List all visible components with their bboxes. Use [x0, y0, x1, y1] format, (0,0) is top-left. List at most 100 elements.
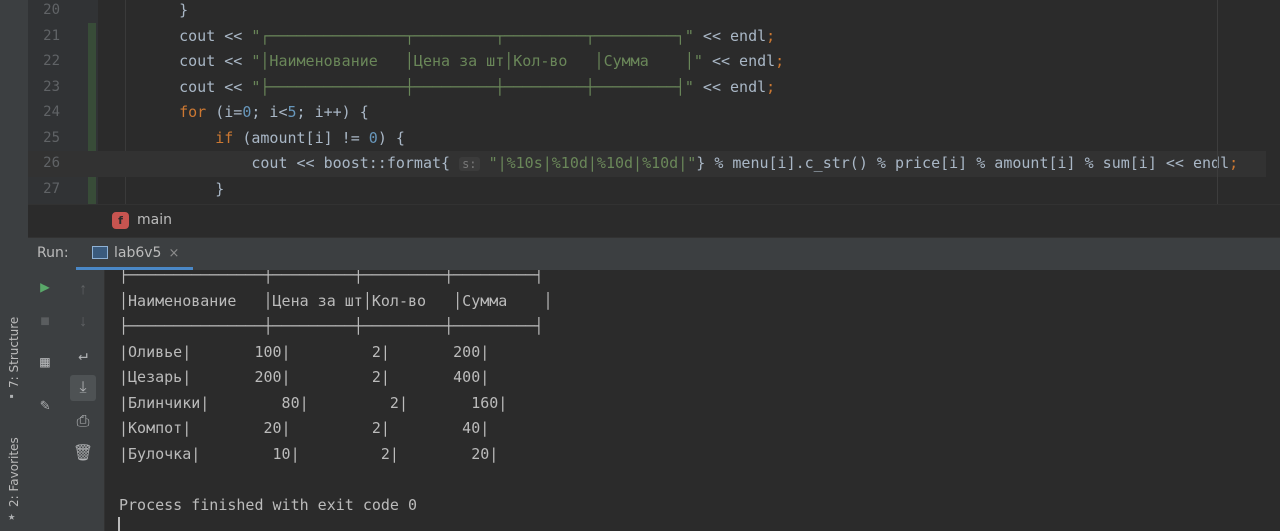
code-token: ; i<: [251, 103, 288, 121]
code-line[interactable]: 23 cout << "├───────────────┼─────────┼─…: [28, 75, 1280, 101]
layout-icon: ▦: [40, 354, 50, 372]
code-token: << endl: [693, 26, 767, 45]
run-title: Run:: [37, 245, 69, 261]
code-token: cout <<: [143, 52, 252, 70]
code-token: }: [143, 1, 189, 19]
code-line[interactable]: 27 }: [28, 177, 1280, 203]
favorites-tab-label: 2: Favorites: [7, 437, 21, 507]
code-token: "┌───────────────┬─────────┬─────────┬──…: [251, 26, 694, 45]
line-number: 26: [43, 155, 60, 171]
code-token: cout << boost::format{: [143, 154, 460, 172]
text-caret: [118, 517, 120, 531]
next-occurrence-button[interactable]: ↓: [70, 309, 96, 335]
code-text: cout << boost::format{ s: "|%10s|%10d|%1…: [143, 151, 1238, 178]
run-toolbar-secondary: ↑ ↓ ↵ ⤓ ⎙ 🗑: [62, 270, 105, 531]
stop-icon: ■: [40, 313, 50, 331]
breadcrumb-function-name[interactable]: main: [137, 212, 172, 228]
function-icon: f: [112, 212, 129, 229]
pin-tab-button[interactable]: ✎: [32, 393, 58, 419]
run-tab-lab6v5[interactable]: lab6v5 ×: [76, 238, 194, 270]
code-token: ;: [766, 26, 776, 45]
right-margin-guide: [1217, 0, 1218, 204]
code-text: cout << "├───────────────┼─────────┼────…: [143, 75, 775, 101]
code-text: }: [143, 177, 224, 203]
console-line: |Булочка| 10| 2| 20|: [119, 444, 499, 463]
print-button[interactable]: ⎙: [70, 409, 96, 435]
console-line: │Наименование │Цена за шт│Кол-во │Сумма …: [119, 291, 553, 310]
arrow-up-icon: ↑: [78, 281, 88, 299]
code-token: ;: [1229, 154, 1239, 172]
layout-button[interactable]: ▦: [32, 350, 58, 376]
console-line: |Оливье| 100| 2| 200|: [119, 342, 490, 361]
code-token: ;: [766, 77, 776, 96]
run-console-output[interactable]: ├───────────────┼─────────┼─────────┼───…: [105, 270, 1280, 531]
code-token: cout <<: [143, 26, 252, 45]
code-line[interactable]: 21 cout << "┌───────────────┬─────────┬─…: [28, 24, 1280, 50]
previous-occurrence-button[interactable]: ↑: [70, 277, 96, 303]
editor-scrollbar[interactable]: [1266, 0, 1280, 204]
line-number: 25: [43, 129, 60, 146]
pin-icon: ✎: [40, 397, 50, 415]
code-line[interactable]: 25 if (amount[i] != 0) {: [28, 126, 1280, 152]
console-line: |Компот| 20| 2| 40|: [119, 419, 490, 437]
code-token: "|%10s|%10d|%10d|%10d|": [488, 154, 697, 172]
code-token: (i=: [206, 103, 243, 121]
line-number: 20: [43, 2, 60, 18]
code-token: << endl: [702, 52, 776, 70]
favorites-tool-tab[interactable]: 2: Favorites ★: [0, 425, 28, 531]
code-line[interactable]: 24 for (i=0; i<5; i++) {: [28, 100, 1280, 126]
code-token: "├───────────────┼─────────┼─────────┼──…: [251, 77, 694, 96]
line-number: 24: [43, 104, 60, 120]
close-icon[interactable]: ×: [168, 246, 179, 261]
code-token: 0: [368, 128, 378, 147]
run-toolbar-primary: ▶ ■ ▦ ✎: [28, 270, 62, 531]
code-text: if (amount[i] != 0) {: [143, 126, 405, 152]
clear-all-button[interactable]: 🗑: [70, 441, 96, 467]
code-text: cout << "│Наименование │Цена за шт│Кол-в…: [143, 49, 784, 75]
breadcrumb: f main: [28, 204, 1280, 238]
structure-icon: ▪: [8, 390, 16, 404]
code-token: "│Наименование │Цена за шт│Кол-во │Сумма…: [251, 52, 703, 70]
code-token: ; i++) {: [296, 103, 369, 121]
rerun-button[interactable]: ▶: [32, 275, 58, 301]
console-line: ├───────────────┼─────────┼─────────┼───…: [119, 270, 544, 284]
scroll-to-end-icon: ⤓: [79, 379, 87, 397]
code-text: for (i=0; i<5; i++) {: [143, 100, 369, 126]
run-tab-label: lab6v5: [114, 245, 162, 261]
code-token: }: [143, 179, 225, 198]
process-exit-message: Process finished with exit code 0: [119, 495, 418, 514]
trash-icon: 🗑: [72, 445, 94, 463]
scroll-to-end-button[interactable]: ⤓: [70, 375, 96, 401]
structure-tool-tab[interactable]: 7: Structure ▪: [0, 300, 28, 410]
line-number: 27: [43, 180, 60, 197]
play-icon: ▶: [40, 279, 50, 297]
console-tab-icon: [92, 245, 108, 259]
stop-button[interactable]: ■: [32, 309, 58, 335]
line-number: 23: [43, 78, 60, 95]
code-token: << endl: [693, 77, 767, 96]
parameter-hint: s:: [459, 157, 480, 171]
console-line: ├───────────────┼─────────┼─────────┼───…: [119, 317, 544, 335]
code-token: ) {: [377, 128, 405, 147]
code-text: }: [143, 0, 188, 24]
console-line: |Блинчики| 80| 2| 160|: [119, 393, 508, 412]
print-icon: ⎙: [76, 413, 90, 431]
code-token: if: [215, 128, 234, 147]
soft-wrap-button[interactable]: ↵: [70, 343, 96, 369]
code-line[interactable]: 22 cout << "│Наименование │Цена за шт│Ко…: [28, 49, 1280, 75]
code-line[interactable]: 26 cout << boost::format{ s: "|%10s|%10d…: [28, 151, 1280, 177]
code-editor[interactable]: 20 } 21 cout << "┌───────────────┬───────…: [28, 0, 1280, 204]
line-number: 21: [43, 27, 60, 44]
code-line[interactable]: 20 }: [28, 0, 1280, 24]
code-token: ;: [775, 52, 785, 70]
structure-tab-label: 7: Structure: [7, 316, 21, 388]
code-token: } % menu[i].c_str() % price[i] % amount[…: [696, 154, 1230, 172]
star-icon: ★: [8, 510, 16, 524]
arrow-down-icon: ↓: [78, 313, 88, 331]
soft-wrap-icon: ↵: [78, 347, 88, 365]
code-token: for: [179, 103, 207, 121]
run-tool-window-header: Run: lab6v5 ×: [28, 237, 1280, 271]
